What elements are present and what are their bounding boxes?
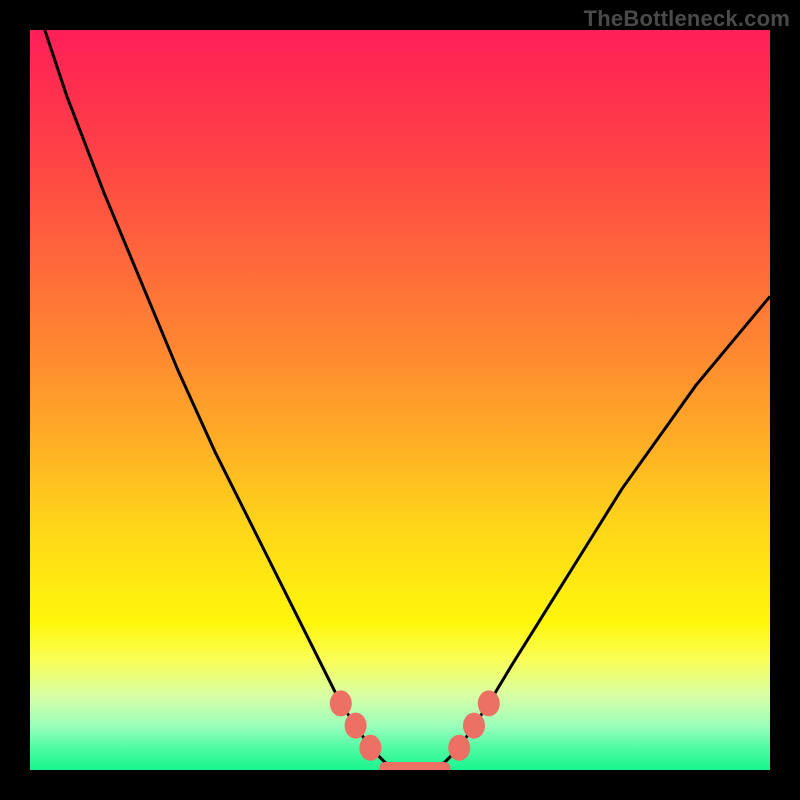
flat-segment-marker [379, 762, 450, 770]
curve-marker [478, 690, 500, 716]
curve-marker [330, 690, 352, 716]
curve-markers [330, 690, 500, 760]
curve-line [45, 30, 770, 770]
curve-marker [359, 735, 381, 761]
bottleneck-curve [30, 30, 770, 770]
curve-marker [345, 713, 367, 739]
watermark-text: TheBottleneck.com [584, 6, 790, 32]
curve-marker [463, 713, 485, 739]
plot-area [30, 30, 770, 770]
curve-marker [448, 735, 470, 761]
chart-frame: TheBottleneck.com [0, 0, 800, 800]
